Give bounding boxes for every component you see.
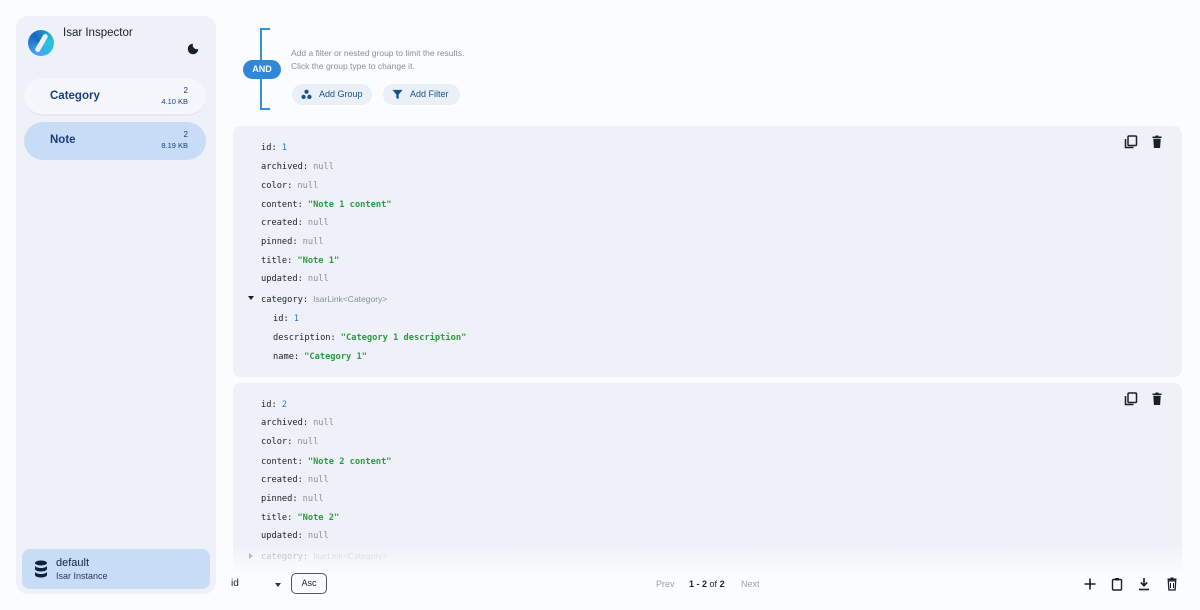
delete-object-button[interactable]: [1150, 392, 1164, 406]
add-group-button[interactable]: Add Group: [292, 84, 372, 105]
object-card: id: 1 archived: null color: null content: "N…: [233, 126, 1182, 377]
delete-all-button[interactable]: [1165, 577, 1179, 591]
copy-icon: [1124, 392, 1138, 406]
field-value: null: [307, 274, 329, 284]
field-color: color: null: [261, 181, 319, 191]
sort-order-button[interactable]: Asc: [291, 573, 327, 594]
object-card: id: 2 archived: null color: null content: "N…: [233, 383, 1182, 573]
field-created: created: null: [261, 475, 329, 485]
field-title: title: "Note 2": [261, 513, 340, 523]
copy-object-button[interactable]: [1124, 392, 1138, 406]
instance-subtitle: Isar Instance: [56, 571, 108, 581]
instance-selector[interactable]: default Isar Instance: [22, 549, 210, 589]
sidebar: Isar Inspector Category 2 4.10 KB Note 2…: [16, 16, 216, 594]
field-updated: updated: null: [261, 531, 329, 541]
delete-object-button[interactable]: [1150, 135, 1164, 149]
range-value: 1 - 2: [689, 579, 708, 589]
field-id: id: 2: [261, 400, 287, 410]
filter-hint: Add a filter or nested group to limit th…: [291, 48, 465, 58]
field-value[interactable]: "Category 1 description": [341, 333, 467, 343]
filter-hint: Click the group type to change it.: [291, 61, 415, 71]
field-archived: archived: null: [261, 162, 334, 172]
page-range: 1 - 2 of 2: [689, 579, 725, 589]
link-type: IsarLink<Category>: [313, 294, 388, 304]
field-pinned: pinned: null: [261, 237, 324, 247]
link-field-name: name: "Category 1": [273, 352, 367, 362]
sort-field-select[interactable]: id: [231, 578, 239, 589]
field-value: null: [302, 237, 324, 247]
collection-item-note[interactable]: Note 2 8.19 KB: [24, 122, 206, 160]
app-brand: Isar Inspector: [26, 26, 206, 66]
field-value: null: [307, 218, 329, 228]
of-label: of: [709, 579, 718, 589]
field-value: null: [313, 162, 334, 172]
field-value: 1: [293, 314, 299, 324]
field-value: null: [302, 494, 324, 504]
card-actions: [1124, 392, 1168, 406]
field-value: 1: [281, 143, 287, 153]
field-content: content: "Note 2 content": [261, 457, 392, 467]
prev-page-button[interactable]: Prev: [656, 579, 675, 589]
trash-icon: [1152, 392, 1162, 405]
trash-icon: [1152, 135, 1162, 148]
link-field-description: description: "Category 1 description": [273, 333, 467, 343]
field-color: color: null: [261, 437, 319, 447]
total-value: 2: [719, 579, 725, 589]
field-content: content: "Note 1 content": [261, 200, 392, 210]
isar-logo-icon: [28, 30, 54, 56]
collection-size: 8.19 KB: [161, 141, 188, 150]
copy-object-button[interactable]: [1124, 135, 1138, 149]
collection-name: Category: [50, 90, 100, 102]
group-icon: [301, 89, 312, 99]
field-value[interactable]: "Note 1": [297, 256, 339, 266]
add-filter-label: Add Filter: [410, 89, 449, 99]
field-value: null: [313, 418, 334, 428]
add-object-button[interactable]: [1083, 577, 1097, 591]
link-field-id: id: 1: [273, 314, 299, 324]
field-value: null: [297, 181, 319, 191]
field-value[interactable]: "Note 2 content": [308, 457, 392, 467]
collection-count: 2: [183, 130, 188, 139]
group-type-button[interactable]: AND: [243, 60, 281, 79]
collapse-link-toggle[interactable]: [248, 296, 254, 300]
field-value[interactable]: "Note 2": [297, 513, 339, 523]
clipboard-icon: [1111, 578, 1123, 591]
field-title: title: "Note 1": [261, 256, 340, 266]
chevron-down-icon[interactable]: [275, 583, 281, 587]
instance-name: default: [56, 557, 90, 569]
field-value[interactable]: "Category 1": [304, 352, 367, 362]
app-title: Isar Inspector: [63, 27, 133, 39]
database-icon: [35, 560, 47, 578]
add-group-label: Add Group: [319, 89, 363, 99]
copy-icon: [1124, 135, 1138, 149]
next-page-button[interactable]: Next: [741, 579, 760, 589]
field-value: null: [297, 437, 319, 447]
add-filter-button[interactable]: Add Filter: [383, 84, 460, 105]
field-value: null: [307, 531, 329, 541]
plus-icon: [1084, 578, 1096, 590]
collection-item-category[interactable]: Category 2 4.10 KB: [24, 78, 206, 116]
dark-mode-toggle-button[interactable]: [182, 38, 204, 60]
field-value: 2: [281, 400, 287, 410]
download-icon: [1139, 578, 1149, 591]
field-id: id: 1: [261, 143, 287, 153]
moon-icon: [187, 43, 199, 55]
field-pinned: pinned: null: [261, 494, 324, 504]
field-archived: archived: null: [261, 418, 334, 428]
collection-name: Note: [50, 134, 76, 146]
paste-object-button[interactable]: [1110, 577, 1124, 591]
field-value[interactable]: "Note 1 content": [308, 200, 392, 210]
filter-icon: [392, 89, 403, 100]
collection-size: 4.10 KB: [161, 97, 188, 106]
download-button[interactable]: [1137, 577, 1151, 591]
field-value: null: [307, 475, 329, 485]
card-actions: [1124, 135, 1168, 149]
field-updated: updated: null: [261, 274, 329, 284]
collection-count: 2: [183, 86, 188, 95]
field-created: created: null: [261, 218, 329, 228]
trash-icon: [1167, 577, 1177, 591]
field-category: category:IsarLink<Category>: [261, 294, 388, 305]
scroll-fade: [233, 543, 1182, 573]
